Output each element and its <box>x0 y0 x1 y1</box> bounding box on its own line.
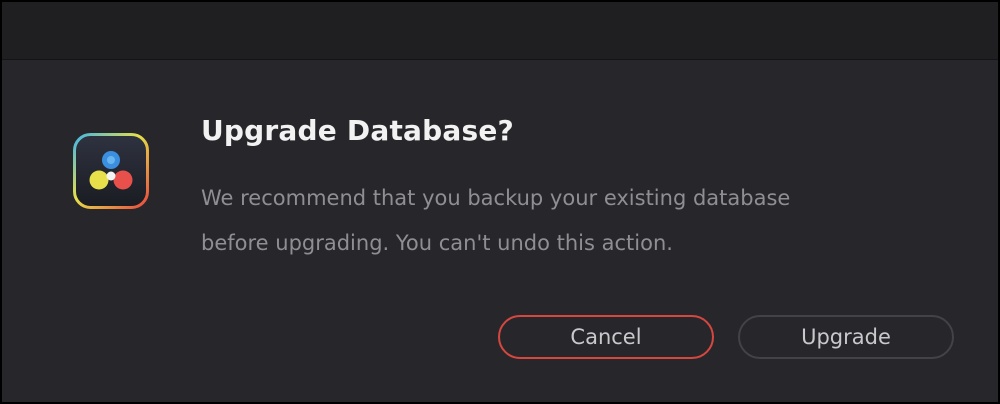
upgrade-button[interactable]: Upgrade <box>738 315 954 359</box>
cancel-button[interactable]: Cancel <box>498 315 714 359</box>
davinci-resolve-icon <box>73 133 149 209</box>
dialog-title: Upgrade Database? <box>201 114 514 147</box>
upgrade-database-dialog: Upgrade Database? We recommend that you … <box>2 2 998 402</box>
dialog-message: We recommend that you backup your existi… <box>201 186 791 255</box>
window-titlebar <box>2 2 998 60</box>
